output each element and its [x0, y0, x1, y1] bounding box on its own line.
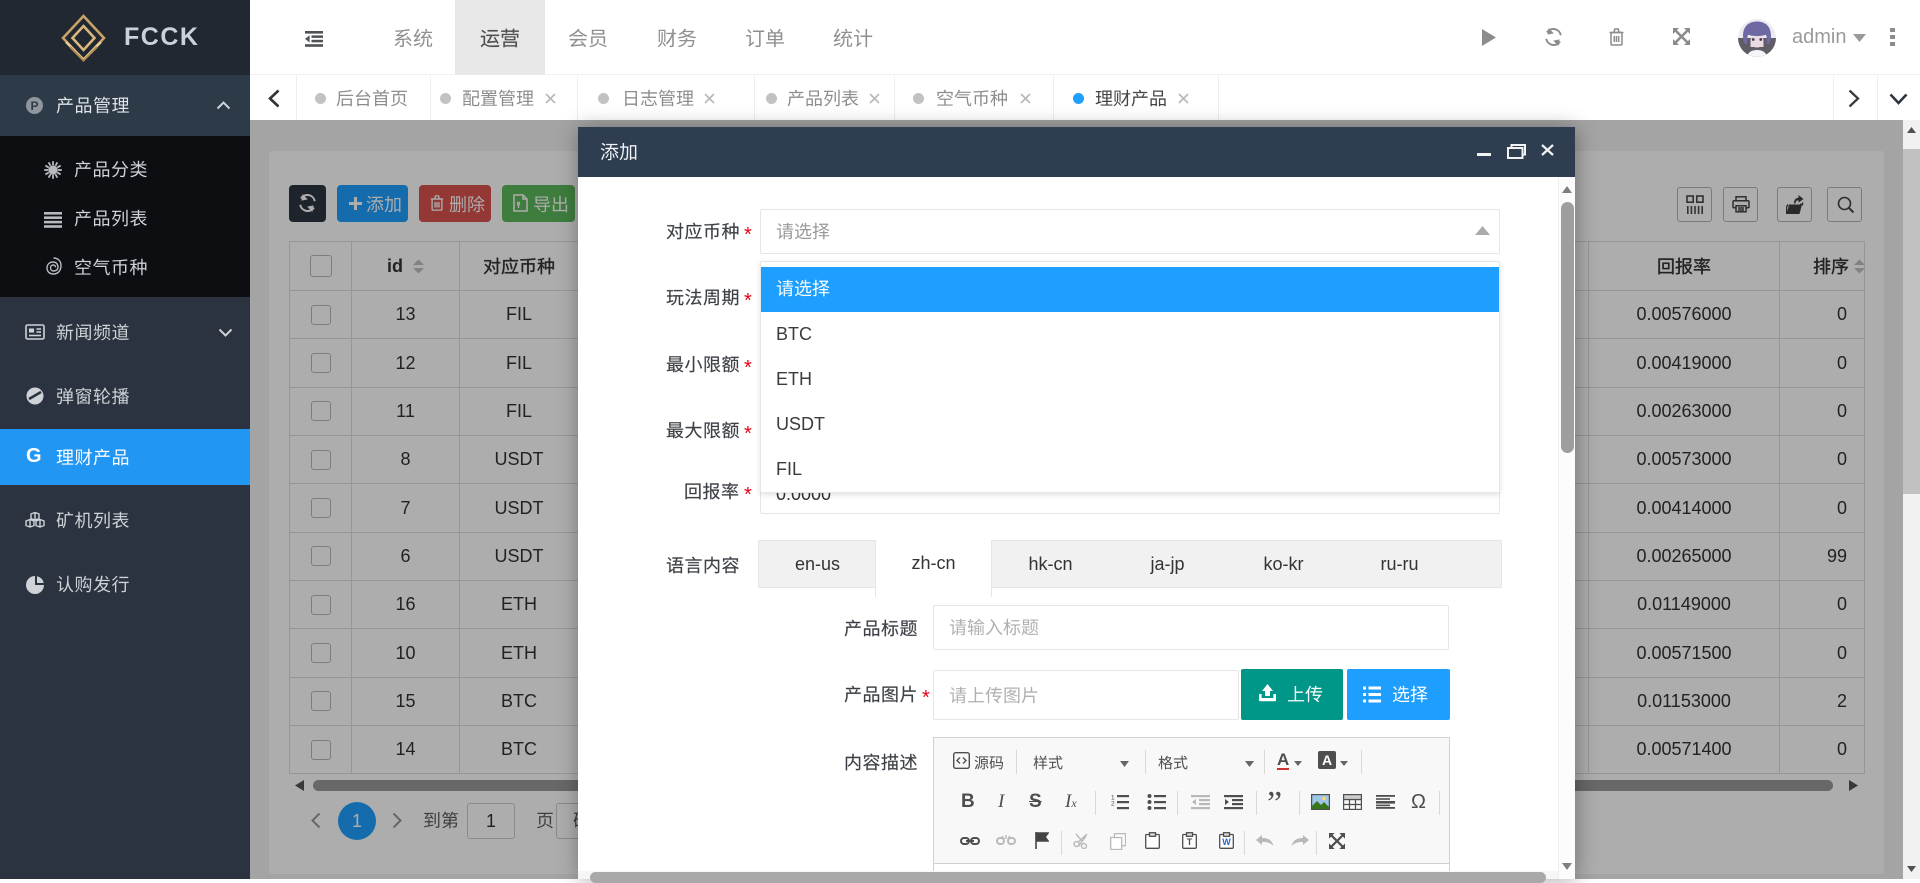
svg-text:T: T	[1187, 837, 1193, 847]
svg-text:W: W	[1222, 837, 1231, 847]
svg-text:P: P	[30, 99, 38, 113]
svg-text:2: 2	[1111, 801, 1115, 808]
